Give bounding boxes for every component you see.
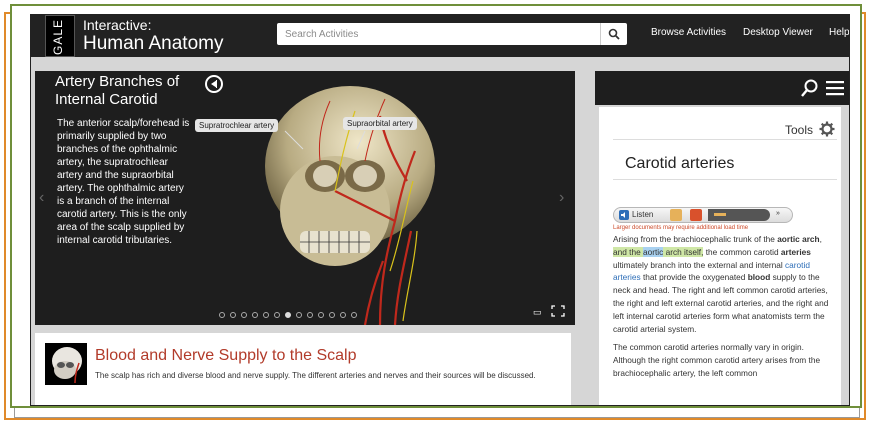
article-body: Arising from the brachiocephalic trunk o… <box>613 233 835 386</box>
volume-slider[interactable] <box>714 213 726 216</box>
slide-dot[interactable] <box>219 312 225 318</box>
label-supratrochlear-artery[interactable]: Supratrochlear artery <box>195 119 279 132</box>
slide-dot[interactable] <box>340 312 346 318</box>
fullscreen-icon[interactable] <box>551 305 565 319</box>
hero-description: The anterior scalp/forehead is primarily… <box>57 118 190 246</box>
search-button[interactable] <box>600 23 627 45</box>
label-supraorbital-artery[interactable]: Supraorbital artery <box>343 117 417 130</box>
slide-dot[interactable] <box>318 312 324 318</box>
divider <box>613 179 837 180</box>
gale-logo[interactable]: GALE <box>45 15 75 57</box>
listen-note: Larger documents may require additional … <box>613 225 749 231</box>
article-title: Carotid arteries <box>625 155 735 172</box>
listen-button[interactable]: Listen <box>632 210 653 219</box>
slide-dot[interactable] <box>241 312 247 318</box>
activity-card[interactable]: Blood and Nerve Supply to the Scalp The … <box>35 333 571 405</box>
article-panel: Tools Carotid arteries Listen » Larger d… <box>599 107 841 405</box>
tools-button[interactable]: Tools <box>785 123 813 137</box>
speaker-icon <box>619 210 629 220</box>
prev-slide-icon[interactable]: ‹ <box>39 189 44 207</box>
slide-dot[interactable] <box>274 312 280 318</box>
search-bar <box>277 23 627 45</box>
app-title-line2: Human Anatomy <box>83 33 224 54</box>
article-paragraph: The common carotid arteries normally var… <box>613 342 821 378</box>
card-title[interactable]: Blood and Nerve Supply to the Scalp <box>95 347 357 365</box>
listen-toolbar[interactable]: Listen » <box>613 207 793 223</box>
top-bar: GALE Interactive: Human Anatomy Browse A… <box>31 15 849 57</box>
nav-help[interactable]: Help <box>829 27 849 38</box>
slide-dot[interactable] <box>307 312 313 318</box>
slide-dot[interactable] <box>351 312 357 318</box>
caption-icon[interactable]: ▭ <box>533 307 542 318</box>
nav-desktop-viewer[interactable]: Desktop Viewer <box>743 27 813 38</box>
card-thumbnail <box>45 343 87 385</box>
next-slide-icon[interactable]: › <box>559 189 564 207</box>
stop-icon[interactable] <box>690 209 702 221</box>
slide-dot[interactable] <box>296 312 302 318</box>
nav-browse-activities[interactable]: Browse Activities <box>651 27 726 38</box>
slide-dot[interactable] <box>263 312 269 318</box>
app-title[interactable]: Interactive: Human Anatomy <box>83 17 223 55</box>
pause-icon[interactable] <box>670 209 682 221</box>
article-paragraph: Arising from the brachiocephalic trunk o… <box>613 234 829 334</box>
hero-title: Artery Branches of Internal Carotid <box>55 73 180 108</box>
slide-dot[interactable] <box>285 312 291 318</box>
hero-slideshow: Artery Branches of Internal Carotid The … <box>35 71 575 325</box>
tools-row: Tools <box>613 119 837 140</box>
search-icon[interactable] <box>801 79 819 97</box>
card-description: The scalp has rich and diverse blood and… <box>95 371 536 380</box>
pause-play-icon[interactable] <box>205 75 223 93</box>
more-icon[interactable]: » <box>776 210 786 222</box>
search-icon <box>608 28 620 40</box>
slide-dots <box>219 312 357 318</box>
slide-dot[interactable] <box>252 312 258 318</box>
side-panel-header <box>595 71 849 105</box>
app-viewport: GALE Interactive: Human Anatomy Browse A… <box>30 14 850 406</box>
menu-icon[interactable] <box>825 79 845 97</box>
search-input[interactable] <box>277 23 613 45</box>
slide-dot[interactable] <box>329 312 335 318</box>
slide-dot[interactable] <box>230 312 236 318</box>
app-title-line1: Interactive: <box>83 17 152 33</box>
gear-icon[interactable] <box>819 121 835 137</box>
